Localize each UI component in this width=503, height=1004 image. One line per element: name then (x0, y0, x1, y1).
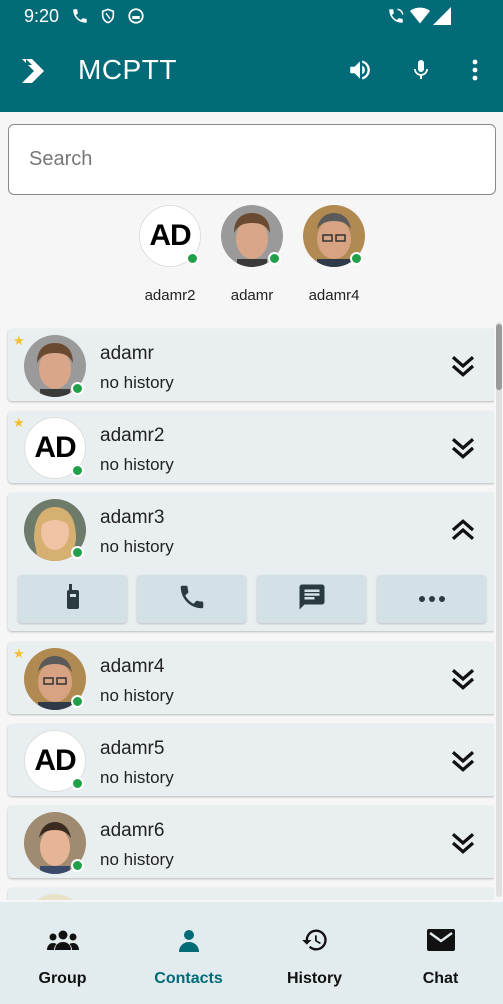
favorite-star-icon: ★ (13, 333, 25, 348)
phone-status-icon (70, 6, 90, 26)
avatar (24, 894, 86, 900)
call-button[interactable] (137, 575, 246, 623)
online-indicator (350, 252, 363, 265)
favorite-label: adamr2 (144, 287, 196, 304)
expand-chevron-icon[interactable] (448, 433, 478, 463)
online-indicator (71, 464, 84, 477)
nav-group-label: Group (38, 970, 87, 987)
app-logo-icon (20, 56, 50, 86)
more-icon (418, 590, 446, 608)
nav-chat[interactable]: Chat (378, 902, 503, 1004)
search-field[interactable] (8, 124, 496, 195)
overflow-menu-icon[interactable] (459, 54, 491, 86)
contact-row[interactable]: adamr6 no history (8, 806, 494, 878)
contact-history: no history (100, 768, 174, 787)
bottom-navigation: Group Contacts History Chat (0, 902, 503, 1004)
more-options-button[interactable] (377, 575, 486, 623)
nav-history-label: History (286, 970, 343, 987)
app-bar: MCPTT (0, 32, 503, 112)
search-input[interactable] (9, 125, 495, 194)
contact-history: no history (100, 537, 174, 556)
contact-name: adamr5 (100, 738, 165, 759)
contact-list[interactable]: ★ adamr no history ★ AD adamr2 no histor… (0, 320, 494, 900)
nav-contacts[interactable]: Contacts (126, 902, 251, 1004)
shield-icon (98, 6, 118, 26)
wifi-call-icon (386, 6, 406, 26)
contact-row-expanded[interactable]: adamr3 no history (8, 493, 494, 631)
message-icon (297, 582, 327, 617)
contact-name: adamr4 (100, 656, 165, 677)
contact-row[interactable]: ★ AD adamr2 no history (8, 411, 494, 483)
favorite-star-icon: ★ (13, 646, 25, 661)
phone-icon (177, 582, 207, 617)
contact-name: adamr3 (100, 507, 165, 528)
contact-history: no history (100, 686, 174, 705)
contact-history: no history (100, 850, 174, 869)
favorite-label: adamr (230, 287, 274, 304)
expand-chevron-icon[interactable] (448, 746, 478, 776)
contact-history: no history (100, 455, 174, 474)
online-indicator (71, 546, 84, 559)
online-indicator (186, 252, 199, 265)
contact-name: adamr2 (100, 425, 165, 446)
nav-chat-label: Chat (422, 970, 459, 987)
expand-chevron-icon[interactable] (448, 828, 478, 858)
signal-icon (432, 6, 452, 26)
ptt-radio-button[interactable] (18, 575, 127, 623)
online-indicator (71, 859, 84, 872)
status-time: 9:20 (24, 6, 60, 26)
app-title: MCPTT (78, 54, 177, 85)
expand-chevron-icon[interactable] (448, 351, 478, 381)
nav-contacts-label: Contacts (154, 970, 223, 987)
nav-history[interactable]: History (252, 902, 377, 1004)
contact-name: adamr (100, 343, 154, 364)
message-button[interactable] (257, 575, 366, 623)
collapse-chevron-icon[interactable] (448, 515, 478, 545)
contact-row[interactable]: AD adamr5 no history (8, 724, 494, 796)
favorite-star-icon: ★ (13, 415, 25, 430)
contact-name: adamr6 (100, 820, 165, 841)
scrollbar[interactable] (496, 322, 502, 897)
online-indicator (71, 777, 84, 790)
favorite-contact[interactable]: adamr4 (289, 205, 379, 304)
wifi-icon (410, 6, 430, 26)
favorite-contact[interactable]: AD adamr2 (125, 205, 215, 304)
favorite-label: adamr4 (308, 287, 360, 304)
status-bar: 9:20 (0, 0, 503, 32)
favorite-contact[interactable]: adamr (207, 205, 297, 304)
online-indicator (268, 252, 281, 265)
person-icon (173, 924, 205, 956)
scrollbar-thumb[interactable] (496, 324, 502, 390)
contact-history: no history (100, 373, 174, 392)
online-indicator (71, 695, 84, 708)
online-indicator (71, 382, 84, 395)
nav-group[interactable]: Group (0, 902, 125, 1004)
app-status-icon (126, 6, 146, 26)
group-icon (47, 924, 79, 956)
contact-row[interactable]: ★ adamr4 no history (8, 642, 494, 714)
microphone-icon[interactable] (405, 54, 437, 86)
contact-actions (18, 575, 488, 623)
expand-chevron-icon[interactable] (448, 664, 478, 694)
mail-icon (425, 924, 457, 956)
contact-row[interactable]: ★ adamr no history (8, 329, 494, 401)
contact-row[interactable] (8, 888, 494, 900)
radio-icon (65, 583, 81, 615)
speaker-icon[interactable] (344, 54, 376, 86)
history-icon (299, 924, 331, 956)
